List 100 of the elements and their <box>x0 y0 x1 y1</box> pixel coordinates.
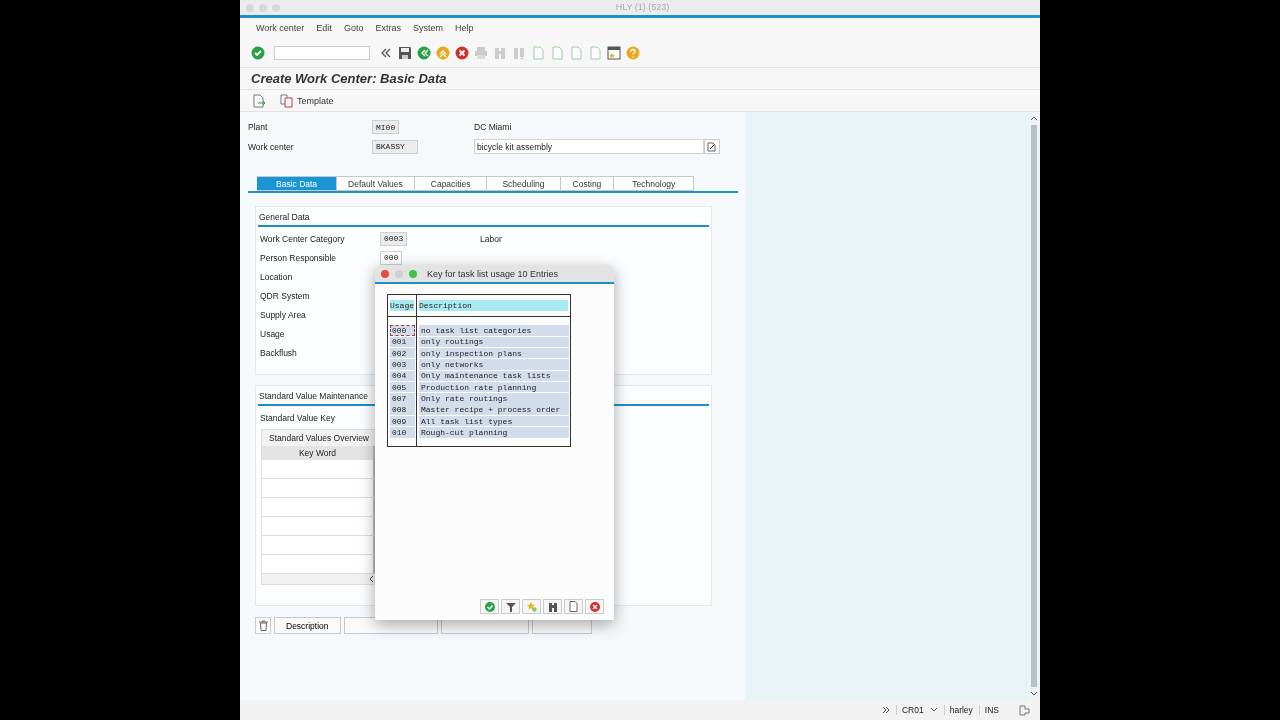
field-label: Person Responsible <box>260 252 338 263</box>
cancel-button[interactable] <box>585 599 604 614</box>
save-icon[interactable] <box>398 45 412 60</box>
menu-item[interactable]: System <box>412 23 443 33</box>
usage-cell[interactable]: 003 <box>390 359 415 370</box>
layout-icon[interactable] <box>1019 704 1030 716</box>
description-cell[interactable]: Rough-cut planning <box>419 427 569 438</box>
description-cell[interactable]: only networks <box>419 359 569 370</box>
usage-cell[interactable]: 009 <box>390 415 415 427</box>
scroll-down-icon[interactable] <box>1030 691 1038 697</box>
close-button[interactable] <box>381 270 389 278</box>
check-icon <box>484 601 495 612</box>
tab[interactable]: Technology <box>614 176 695 191</box>
scroll-left-icon[interactable] <box>368 574 376 584</box>
input-mode: INS <box>978 705 999 715</box>
usage-cell[interactable]: 001 <box>390 336 415 348</box>
back-icon[interactable] <box>417 45 431 60</box>
dropdown-icon[interactable] <box>929 707 938 713</box>
window-title: HLY (1) (523) <box>615 2 670 13</box>
description-cell[interactable]: Only maintenance task lists <box>419 370 569 382</box>
field-value[interactable]: MI00 <box>372 120 400 134</box>
field-value[interactable]: 000 <box>380 250 403 265</box>
dialog-title: Key for task list usage 10 Entries <box>427 269 559 279</box>
field-label: Standard Value Key <box>260 413 335 423</box>
usage-cell[interactable]: 007 <box>390 393 415 404</box>
column-header[interactable]: Description <box>419 300 568 311</box>
usage-cell[interactable]: 000 <box>390 325 415 336</box>
usage-cell[interactable]: 002 <box>390 348 415 359</box>
menu-item[interactable]: Extras <box>375 23 401 33</box>
field-label: Usage <box>260 328 286 339</box>
description-cell[interactable]: no task list categories <box>419 325 569 336</box>
star-icon <box>526 601 537 612</box>
command-field[interactable] <box>274 45 370 60</box>
star-button[interactable] <box>522 599 541 614</box>
usage-cell[interactable]: 010 <box>390 427 415 438</box>
system-id: CR01 <box>895 705 924 715</box>
binoculars-icon[interactable] <box>493 45 507 60</box>
usage-cell[interactable]: 008 <box>390 404 415 415</box>
edit-text-button[interactable] <box>704 139 720 154</box>
menu-item[interactable]: Help <box>454 23 474 33</box>
menu-item[interactable]: Goto <box>343 23 364 33</box>
description-cell[interactable]: only inspection plans <box>419 348 569 359</box>
page-icon[interactable] <box>569 45 583 60</box>
description-text: Labor <box>480 233 503 244</box>
field-value[interactable]: 0003 <box>380 231 408 246</box>
binoculars-icon <box>547 601 558 612</box>
field-label: Supply Area <box>260 309 307 320</box>
filter-button[interactable] <box>501 599 520 614</box>
page-icon[interactable] <box>550 45 564 60</box>
field-label: Work Center Category <box>260 233 346 244</box>
check-icon[interactable] <box>251 45 265 60</box>
field-value[interactable]: BKASSY <box>372 139 418 154</box>
chevron-icon[interactable] <box>881 706 890 714</box>
column-header[interactable]: Usage <box>390 300 414 311</box>
scroll-up-icon[interactable] <box>1030 115 1038 121</box>
table-title: Standard Values Overview <box>262 430 376 446</box>
field-label: QDR System <box>260 290 311 301</box>
help-icon[interactable] <box>626 45 640 60</box>
binoculars-button[interactable] <box>543 599 562 614</box>
tab[interactable]: Default Values <box>337 176 415 191</box>
field-label: Backflush <box>260 347 298 358</box>
cancel-icon[interactable] <box>455 45 469 60</box>
description-cell[interactable]: Master recipe + process order <box>419 404 569 415</box>
description-button[interactable]: Description <box>274 617 341 634</box>
description-cell[interactable]: only routings <box>419 336 569 348</box>
field-label: Location <box>260 271 294 282</box>
column-header[interactable]: Key Word <box>262 446 376 460</box>
tab[interactable]: Capacities <box>414 176 488 191</box>
description-cell[interactable]: Production rate planning <box>419 381 569 393</box>
menu-item[interactable]: Edit <box>316 23 332 33</box>
screen-title: Create Work Center: Basic Data <box>240 68 1040 90</box>
new-page-button[interactable] <box>564 599 583 614</box>
description-cell[interactable]: Only rate routings <box>419 393 569 404</box>
zoom-button[interactable] <box>409 270 417 278</box>
tab[interactable]: Costing <box>560 176 615 191</box>
page-icon[interactable] <box>588 45 602 60</box>
description-cell[interactable]: All task list types <box>419 415 569 427</box>
description-field[interactable]: bicycle kit assembly <box>474 139 704 154</box>
usage-cell[interactable]: 004 <box>390 370 415 382</box>
field-label: Plant <box>248 122 269 132</box>
confirm-button[interactable] <box>480 599 499 614</box>
binoculars-icon[interactable] <box>512 45 526 60</box>
up-icon[interactable] <box>436 45 450 60</box>
cancel-icon <box>589 601 600 612</box>
tab[interactable]: Scheduling <box>487 176 561 191</box>
usage-cell[interactable]: 005 <box>390 381 415 393</box>
filter-icon <box>505 601 516 612</box>
group-title: General Data <box>258 209 709 227</box>
template-button[interactable]: Template <box>280 93 334 108</box>
printer-icon[interactable] <box>474 45 488 60</box>
page-icon[interactable] <box>531 45 545 60</box>
document-arrow-icon[interactable] <box>252 93 266 108</box>
window-icon[interactable] <box>607 45 621 60</box>
user-name: harley <box>943 705 973 715</box>
page-icon <box>569 601 578 612</box>
menu-item[interactable]: Work center <box>256 23 305 33</box>
description-text: DC Miami <box>474 122 513 132</box>
trash-button[interactable] <box>255 617 271 634</box>
field-label: Work center <box>248 141 295 152</box>
copy-icon <box>280 93 294 108</box>
